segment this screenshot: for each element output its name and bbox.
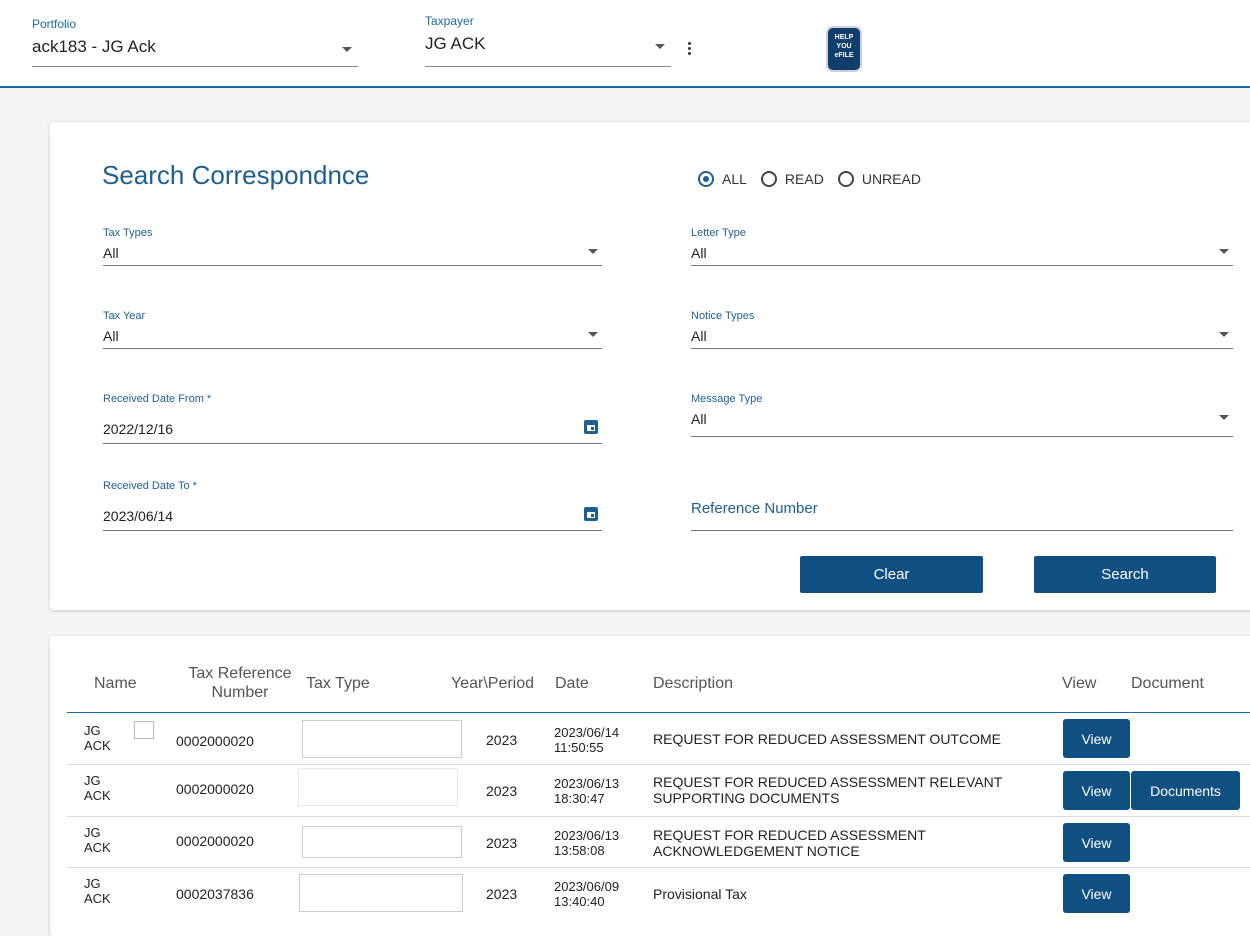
date-from-label: Received Date From * bbox=[103, 393, 212, 405]
column-header-name: Name bbox=[94, 675, 137, 692]
chevron-down-icon bbox=[1219, 332, 1229, 337]
tax-year-label: Tax Year bbox=[103, 310, 146, 322]
radio-unread-label: UNREAD bbox=[861, 171, 921, 187]
message-type-label: Message Type bbox=[691, 393, 763, 405]
tax-types-label: Tax Types bbox=[103, 227, 153, 239]
column-header-date: Date bbox=[555, 675, 589, 692]
row-tax-ref: 0002037836 bbox=[176, 886, 254, 902]
row-checkbox[interactable] bbox=[134, 721, 154, 739]
chevron-down-icon bbox=[1219, 249, 1229, 254]
column-header-tax-ref: Tax Reference Number bbox=[188, 665, 292, 701]
message-type-select[interactable]: Message Type All bbox=[691, 393, 1233, 437]
column-header-tax-type: Tax Type bbox=[306, 675, 370, 692]
row-year: 2023 bbox=[486, 783, 518, 799]
search-card bbox=[50, 122, 1250, 610]
column-header-description: Description bbox=[653, 675, 734, 692]
view-button[interactable]: View bbox=[1063, 771, 1130, 810]
chevron-down-icon bbox=[1219, 415, 1229, 420]
help-you-efile-logo[interactable]: HELP YOU eFILE bbox=[826, 26, 862, 72]
date-to-field[interactable]: Received Date To * 2023/06/14 bbox=[103, 480, 602, 531]
row-description: REQUEST FOR REDUCED ASSESSMENT OUTCOME bbox=[653, 731, 1001, 747]
row-year: 2023 bbox=[486, 835, 518, 851]
radio-read-label: READ bbox=[784, 171, 824, 187]
date-to-label: Received Date To * bbox=[103, 480, 197, 492]
notice-types-select[interactable]: Notice Types All bbox=[691, 310, 1233, 349]
radio-checked-icon[interactable] bbox=[698, 171, 714, 187]
column-header-view: View bbox=[1062, 675, 1097, 692]
taxpayer-value: JG ACK bbox=[425, 34, 486, 53]
radio-unchecked-icon[interactable] bbox=[837, 171, 854, 187]
letter-type-label: Letter Type bbox=[691, 227, 746, 239]
search-button[interactable]: Search bbox=[1034, 556, 1216, 593]
radio-all[interactable]: ALL bbox=[698, 171, 747, 187]
row-tax-type-field[interactable] bbox=[298, 768, 458, 806]
tax-year-select[interactable]: Tax Year All bbox=[103, 310, 602, 349]
row-tax-type-field[interactable] bbox=[302, 720, 462, 758]
column-header-document: Document bbox=[1131, 675, 1204, 692]
page-title: Search Correspondnce bbox=[102, 160, 370, 190]
chevron-down-icon bbox=[588, 249, 598, 254]
column-header-year-period: Year\Period bbox=[451, 675, 535, 692]
row-tax-ref: 0002000020 bbox=[176, 733, 254, 749]
radio-unread[interactable]: UNREAD bbox=[837, 171, 921, 187]
row-tax-type-field[interactable] bbox=[302, 826, 462, 858]
portfolio-value: ack183 - JG Ack bbox=[32, 37, 156, 56]
view-button[interactable]: View bbox=[1063, 719, 1130, 758]
reference-number-label: Reference Number bbox=[691, 500, 818, 517]
calendar-icon[interactable] bbox=[584, 507, 598, 521]
date-to-value: 2023/06/14 bbox=[103, 508, 174, 524]
top-bar: Portfolio ack183 - JG Ack Taxpayer JG AC… bbox=[0, 0, 1250, 88]
row-name: JG ACK bbox=[84, 876, 111, 906]
documents-button[interactable]: Documents bbox=[1131, 771, 1240, 810]
row-year: 2023 bbox=[486, 732, 518, 748]
taxpayer-label: Taxpayer bbox=[425, 14, 474, 28]
radio-read[interactable]: READ bbox=[760, 171, 824, 187]
tax-year-value: All bbox=[103, 328, 119, 344]
radio-unchecked-icon[interactable] bbox=[760, 171, 777, 187]
row-year: 2023 bbox=[486, 886, 518, 902]
chevron-down-icon bbox=[342, 47, 352, 52]
read-filter-radio-group: ALL READ UNREAD bbox=[698, 171, 935, 187]
tax-types-select[interactable]: Tax Types All bbox=[103, 227, 602, 266]
row-name: JG ACK bbox=[84, 825, 111, 855]
tax-types-value: All bbox=[103, 245, 119, 261]
row-description: REQUEST FOR REDUCED ASSESSMENT ACKNOWLED… bbox=[653, 827, 926, 859]
portfolio-select[interactable]: Portfolio ack183 - JG Ack bbox=[32, 17, 358, 67]
chevron-down-icon bbox=[588, 332, 598, 337]
radio-all-label: ALL bbox=[722, 171, 747, 187]
clear-button[interactable]: Clear bbox=[800, 556, 983, 593]
taxpayer-select[interactable]: Taxpayer JG ACK bbox=[425, 14, 671, 67]
notice-types-label: Notice Types bbox=[691, 310, 755, 322]
row-tax-ref: 0002000020 bbox=[176, 833, 254, 849]
portfolio-label: Portfolio bbox=[32, 17, 77, 31]
row-tax-type-field[interactable] bbox=[299, 874, 463, 912]
row-date: 2023/06/13 13:58:08 bbox=[554, 828, 620, 858]
more-options-icon[interactable] bbox=[688, 42, 692, 57]
view-button[interactable]: View bbox=[1063, 823, 1130, 862]
chevron-down-icon bbox=[655, 44, 665, 49]
letter-type-value: All bbox=[691, 245, 707, 261]
row-date: 2023/06/09 13:40:40 bbox=[554, 879, 620, 909]
message-type-value: All bbox=[691, 411, 707, 427]
view-button[interactable]: View bbox=[1063, 874, 1130, 913]
reference-number-input[interactable]: Reference Number bbox=[691, 494, 1233, 531]
calendar-icon[interactable] bbox=[584, 420, 598, 434]
table-header-divider bbox=[67, 712, 1250, 713]
date-from-value: 2022/12/16 bbox=[103, 421, 174, 437]
letter-type-select[interactable]: Letter Type All bbox=[691, 227, 1233, 266]
row-date: 2023/06/14 11:50:55 bbox=[554, 725, 620, 755]
row-description: Provisional Tax bbox=[653, 886, 747, 902]
row-name: JG ACK bbox=[84, 773, 111, 803]
row-tax-ref: 0002000020 bbox=[176, 781, 254, 797]
date-from-field[interactable]: Received Date From * 2022/12/16 bbox=[103, 393, 602, 444]
row-description: REQUEST FOR REDUCED ASSESSMENT RELEVANT … bbox=[653, 774, 1003, 806]
row-date: 2023/06/13 18:30:47 bbox=[554, 776, 620, 806]
notice-types-value: All bbox=[691, 328, 707, 344]
row-name: JG ACK bbox=[84, 723, 111, 753]
